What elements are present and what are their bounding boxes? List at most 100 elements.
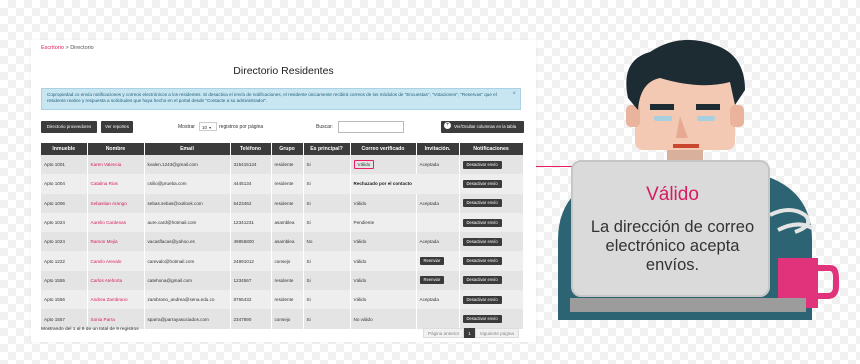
mouth	[673, 144, 699, 148]
providers-button[interactable]: Directorio proveedores	[41, 121, 97, 133]
cell-principal: Si	[303, 290, 351, 310]
cell-notif: Desactivar envío	[459, 155, 524, 175]
disable-notifications-button[interactable]: Desactivar envío	[462, 295, 502, 304]
disable-notifications-button[interactable]: Desactivar envío	[462, 257, 502, 266]
cell-correo: Rechazado por el contacto	[350, 174, 460, 194]
cell-inmueble: Apto 1024	[41, 232, 88, 252]
mug-handle	[818, 265, 839, 299]
cell-correo: Válido	[350, 155, 417, 175]
search-input[interactable]	[338, 121, 404, 133]
disable-notifications-button[interactable]: Desactivar envío	[462, 179, 502, 188]
resend-button[interactable]: Reenviar	[419, 257, 445, 266]
cell-inmueble: Apto 1001	[41, 155, 88, 175]
column-header[interactable]: Correo verificado	[350, 143, 417, 155]
disable-notifications-button[interactable]: Desactivar envío	[462, 237, 502, 246]
breadcrumb: Escritorio > Directorio	[41, 45, 94, 51]
column-header[interactable]: Grupo	[271, 143, 304, 155]
cell-principal: Si	[303, 251, 351, 271]
cell-correo: Válido	[350, 251, 417, 271]
cell-grupo: residente	[271, 155, 304, 175]
cell-notif: Desactivar envío	[459, 232, 524, 252]
cell-nombre[interactable]: Carlos Atehorta	[87, 270, 145, 291]
cell-nombre[interactable]: Ramon Mejia	[87, 232, 145, 252]
cell-correo: Válido	[350, 193, 417, 213]
toggle-columns-label: Ver/Ocultar columnas en la tabla	[454, 124, 517, 129]
breadcrumb-separator: >	[65, 45, 69, 51]
cell-nombre[interactable]: Camilo Arevalo	[87, 251, 145, 271]
cell-principal: Si	[303, 155, 351, 175]
cell-telefono: 4445134	[230, 174, 272, 194]
next-page-button[interactable]: Siguiente página	[474, 328, 519, 338]
cell-grupo: residente	[271, 193, 304, 213]
cell-nombre[interactable]: Sonia Parra	[87, 309, 145, 329]
cell-principal: No	[303, 232, 351, 252]
cell-notif: Desactivar envío	[459, 174, 524, 194]
callout-title: Válido	[646, 184, 699, 205]
cell-invitacion: Aceptada	[416, 290, 460, 310]
cell-correo: Válido	[350, 290, 417, 310]
cell-inmueble: Apto 1024	[41, 212, 88, 233]
records-summary: Mostrando del 1 al 9 de un total de 9 re…	[41, 327, 139, 332]
column-header[interactable]: Invitación.	[416, 143, 460, 155]
page-size-value: 10	[202, 125, 208, 130]
cell-nombre[interactable]: Aurelio Cardenas	[87, 212, 145, 233]
page-size-select[interactable]: 10 ▾	[199, 122, 217, 131]
cell-inmueble: Apto 1222	[41, 251, 88, 271]
cell-telefono: 49856800	[230, 232, 272, 252]
disable-notifications-button[interactable]: Desactivar envío	[462, 315, 502, 324]
cell-telefono: 24891012	[230, 251, 272, 271]
cell-invitacion	[416, 212, 460, 233]
page-number-button[interactable]: 1	[464, 328, 475, 338]
cell-email: sparra@parrayasociados.com	[144, 309, 231, 329]
table-row: Apto 1001 Karen Valencia kvalen.1243@gma…	[41, 155, 524, 175]
cell-correo: Válido	[350, 232, 417, 252]
disable-notifications-button[interactable]: Desactivar envío	[462, 160, 502, 169]
close-icon[interactable]: ×	[512, 91, 516, 97]
right-ear	[730, 105, 744, 127]
right-eye	[697, 116, 715, 121]
column-header[interactable]: Teléfono	[230, 143, 272, 155]
breadcrumb-link[interactable]: Escritorio	[41, 45, 64, 51]
cell-correo: Válido	[350, 270, 417, 291]
cell-invitacion: Aceptada	[416, 232, 460, 252]
disable-notifications-button[interactable]: Desactivar envío	[462, 276, 502, 285]
column-header[interactable]: Notificaciones	[459, 143, 524, 155]
cell-nombre[interactable]: Karen Valencia	[87, 155, 145, 175]
per-page-label: registros por página	[219, 124, 264, 130]
resend-button[interactable]: Reenviar	[419, 276, 445, 285]
disable-notifications-button[interactable]: Desactivar envío	[462, 199, 502, 208]
cell-invitacion: Reenviar	[416, 270, 460, 291]
cell-email: carevalo@hotmail.com	[144, 251, 231, 271]
cell-email: cateho​na@gmail.com	[144, 270, 231, 291]
reports-button[interactable]: Ver reportes	[101, 121, 133, 133]
cell-notif: Desactivar envío	[459, 290, 524, 310]
column-header[interactable]: Nombre	[87, 143, 145, 155]
laptop-base	[570, 298, 806, 312]
column-header[interactable]: Inmueble	[41, 143, 88, 155]
cell-notif: Desactivar envío	[459, 309, 524, 329]
highlighted-status: Válido	[353, 160, 375, 170]
toggle-columns-button[interactable]: + Ver/Ocultar columnas en la tabla	[441, 121, 524, 133]
cell-nombre[interactable]: Andrea Zambrano	[87, 290, 145, 310]
cell-inmueble: Apto 1556	[41, 290, 88, 310]
callout-text: La dirección de correo electrónico acept…	[590, 218, 755, 274]
cell-telefono: 315415134	[230, 155, 272, 175]
pagination: Página anterior 1 Siguiente página	[423, 328, 519, 338]
right-eyebrow	[696, 104, 720, 110]
disable-notifications-button[interactable]: Desactivar envío	[462, 218, 502, 227]
cell-nombre[interactable]: Catalina Rios	[87, 174, 145, 194]
rejected-status: Rechazado por el contacto	[353, 181, 412, 187]
cell-email: kvalen.1243@gmail.com	[144, 155, 231, 175]
cell-telefono: 5423462	[230, 193, 272, 213]
cell-nombre[interactable]: Sebastian Arango	[87, 193, 145, 213]
column-header[interactable]: Email	[144, 143, 231, 155]
info-alert: Copropiedad.co envía notificaciones y co…	[41, 88, 521, 110]
cell-telefono: 2347890	[230, 309, 272, 329]
column-header[interactable]: Es principal?	[303, 143, 351, 155]
residents-table: Inmueble Nombre Email Teléfono Grupo Es …	[41, 143, 524, 329]
cell-telefono: 1234567	[230, 270, 272, 291]
table-row: Apto 1024 Ramon Mejia vacasflacas@yahoo.…	[41, 232, 524, 252]
left-eyebrow	[650, 104, 674, 110]
prev-page-button[interactable]: Página anterior	[423, 328, 465, 338]
cell-grupo: consejo	[271, 251, 304, 271]
